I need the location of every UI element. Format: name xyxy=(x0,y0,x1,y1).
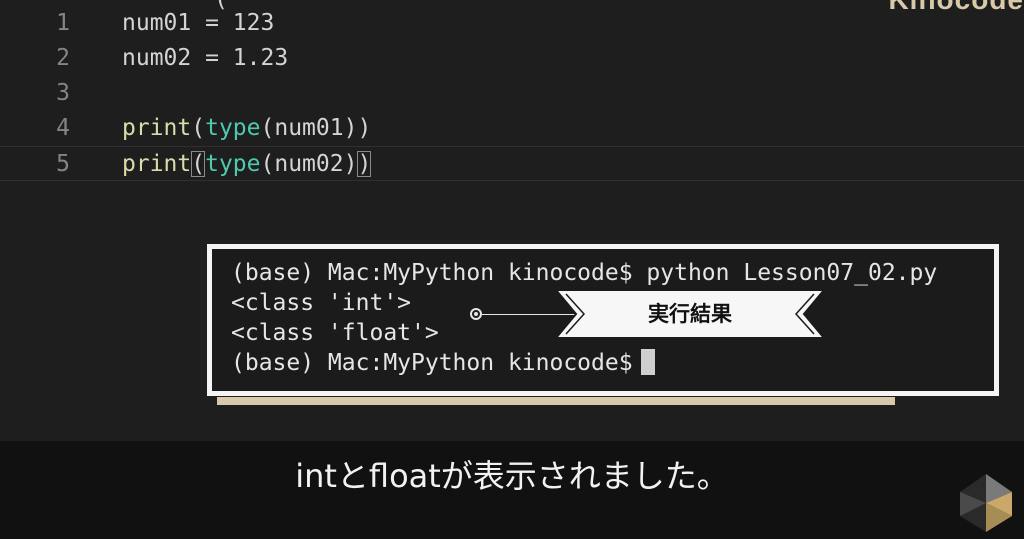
video-frame: ( Kinocode 1num01 = 1232num02 = 1.2334pr… xyxy=(0,0,1024,539)
code-token: = xyxy=(191,10,233,36)
subtitle-bar: intとfloatが表示されました。 xyxy=(0,441,1024,539)
terminal-cursor xyxy=(640,349,655,375)
terminal-prompt: (base) Mac:MyPython kinocode$ xyxy=(231,350,633,376)
line-number: 3 xyxy=(56,80,70,106)
line-number: 1 xyxy=(56,10,70,36)
code-token: ) xyxy=(357,151,372,177)
code-token: ( xyxy=(191,115,206,141)
subtitle-text: intとfloatが表示されました。 xyxy=(295,457,729,495)
code-token: num02 xyxy=(274,151,344,177)
code-line[interactable]: 3 xyxy=(0,76,1024,111)
code-token: ( xyxy=(191,151,206,177)
terminal-command-line: (base) Mac:MyPython kinocode$ python Les… xyxy=(231,260,938,286)
terminal-output-card: (base) Mac:MyPython kinocode$ python Les… xyxy=(207,244,999,396)
code-text: print(type(num02)) xyxy=(122,147,372,182)
code-line[interactable]: 5 print(type(num02)) xyxy=(0,146,1024,181)
code-token: num02 xyxy=(122,45,192,71)
line-number: 2 xyxy=(56,45,70,71)
code-token: num01 xyxy=(122,10,192,36)
callout-label: 実行結果 xyxy=(648,302,732,326)
code-text: print(type(num01)) xyxy=(122,111,371,146)
terminal-output-int: <class 'int'> xyxy=(231,290,412,316)
kinocode-corner-logo-icon xyxy=(960,474,1012,532)
line-number: 5 xyxy=(56,151,70,177)
code-token: 123 xyxy=(232,10,275,36)
code-token: 1.23 xyxy=(232,45,289,71)
callout-pointer-icon xyxy=(470,308,482,320)
code-token: print xyxy=(122,115,192,141)
result-callout-banner: 実行結果 xyxy=(556,290,824,338)
code-token: ( xyxy=(260,151,275,177)
terminal-shadow-bar xyxy=(217,397,895,405)
code-token: )) xyxy=(343,115,372,141)
terminal-output-float: <class 'float'> xyxy=(231,320,439,346)
code-line[interactable]: 4 print(type(num01)) xyxy=(0,111,1024,146)
code-token: type xyxy=(205,151,261,177)
code-line[interactable]: 2 num02 = 1.23 xyxy=(0,41,1024,76)
code-token: type xyxy=(205,115,261,141)
code-text: num02 = 1.23 xyxy=(122,41,288,76)
terminal-prompt-line[interactable]: (base) Mac:MyPython kinocode$ xyxy=(231,348,655,378)
code-text: num01 = 123 xyxy=(122,6,274,41)
code-token: = xyxy=(191,45,233,71)
code-token: num01 xyxy=(274,115,344,141)
code-line[interactable]: 1 num01 = 123 xyxy=(0,6,1024,41)
code-token: ( xyxy=(260,115,275,141)
code-editor[interactable]: ( Kinocode 1num01 = 1232num02 = 1.2334pr… xyxy=(0,0,1024,240)
code-token: print xyxy=(122,151,192,177)
line-number: 4 xyxy=(56,115,70,141)
code-token: ) xyxy=(343,151,358,177)
